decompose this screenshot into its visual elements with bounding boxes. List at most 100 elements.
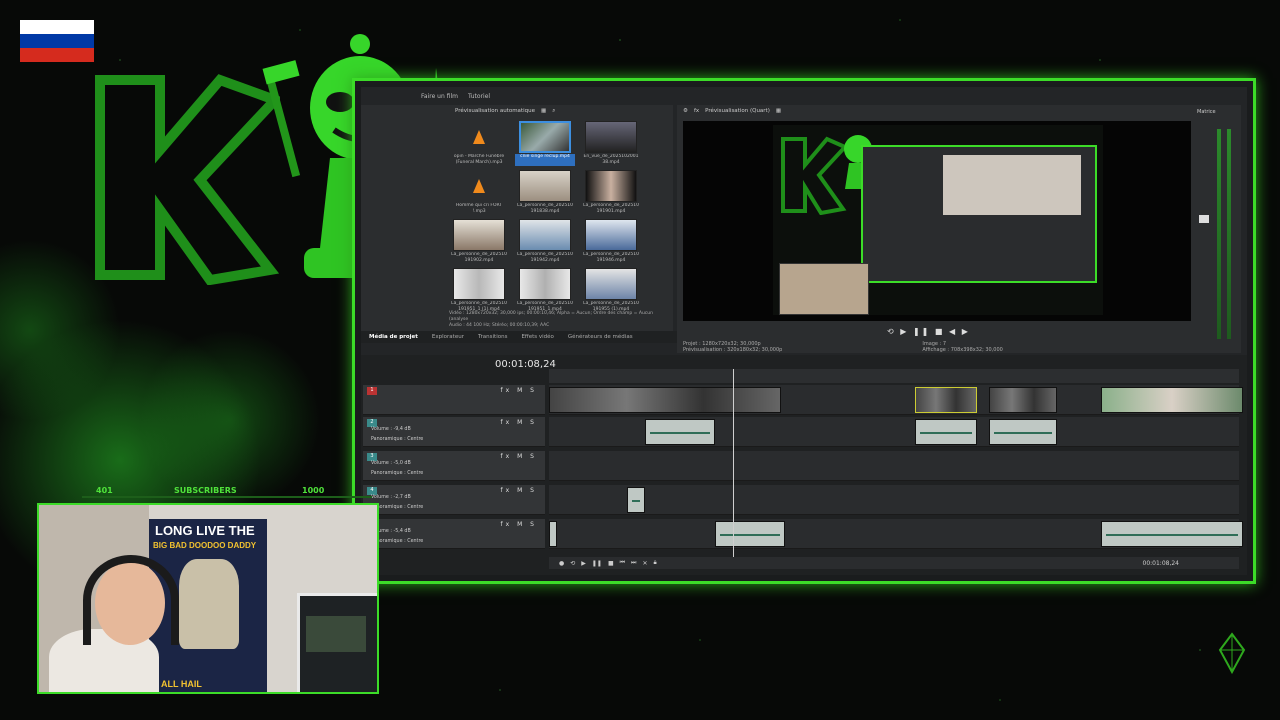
track-buttons[interactable]: fx M S [501,521,537,528]
track-buttons[interactable]: fx M S [501,419,537,426]
video-clip[interactable] [1101,387,1243,413]
track-header-audio-5[interactable]: 5 Volume : -5,4 dB Panoramique : Centre … [363,519,545,549]
audio-clip[interactable] [915,419,977,445]
track-pan[interactable]: Panoramique : Centre [371,437,423,442]
stop-icon[interactable]: ■ [608,560,614,567]
nested-editor [861,145,1097,283]
monitor-screen [306,616,366,652]
audio-clip[interactable] [627,487,645,513]
vlc-audio-icon [473,179,485,193]
media-caption: La_personne_de_202510 191942.mp4 [517,252,573,263]
crystal-icon [1218,632,1246,674]
media-item[interactable]: La_personne_de_202510 191951_1.mp4 [515,268,575,313]
media-item[interactable]: La_personne_de_202510 191902.mp4 [449,219,509,264]
media-item[interactable]: La_personne_de_202510 191946.mp4 [581,219,641,264]
video-clip[interactable] [915,387,977,413]
track-lane-audio-4[interactable] [549,485,1239,515]
track-lane-audio-2[interactable] [549,417,1239,447]
prev-frame-icon[interactable]: ◀ [949,327,957,336]
go-start-icon[interactable]: ⏮ [620,559,625,567]
webcam-overlay: LONG LIVE THE BIG BAD DOODOO DADDY ALL H… [37,503,379,694]
cut-icon[interactable]: ✕ [642,560,647,567]
grid-icon[interactable]: ▦ [776,108,781,114]
audio-clip[interactable] [1101,521,1243,547]
track-header-audio-2[interactable]: 2 Volume : -9,4 dB Panoramique : Centre … [363,417,545,447]
media-caption: La_personne_de_202510 191901.mp4 [583,203,639,214]
media-toolbar: Prévisualisation automatique ▦ ⌕ [445,105,673,117]
subscriber-count: 401 [96,486,113,495]
make-movie-menu[interactable]: Faire un film [421,93,458,100]
media-item[interactable]: La_personne_de_202510 191955 (1).mp4 [581,268,641,313]
russia-flag-icon [20,20,94,62]
lock-icon[interactable]: 🔒︎ [653,559,656,567]
audio-clip[interactable] [645,419,715,445]
preview-label: Prévisualisation : [683,347,726,353]
track-lane-audio-5[interactable] [549,519,1243,549]
timeline-transport: ● ⟲ ▶ ❚❚ ■ ⏮ ⏭ ✕ 🔒︎ 00:01:08,24 [549,557,1239,569]
nested-webcam [779,263,869,315]
media-item[interactable]: La_personne_de_202510 191942.mp4 [515,219,575,264]
play-icon[interactable]: ▶ [900,327,908,336]
stop-icon[interactable]: ■ [935,327,945,336]
preview-quality-dropdown[interactable]: Prévisualisation (Quart) [705,108,770,114]
video-clip[interactable] [549,387,781,413]
search-icon[interactable]: ⌕ [552,108,555,115]
loop-icon[interactable]: ⟲ [570,560,575,567]
auto-preview-toggle[interactable]: Prévisualisation automatique [455,108,535,114]
level-meter-right [1227,129,1231,339]
video-thumbnail [453,268,505,300]
video-thumbnail [519,219,571,251]
record-icon[interactable]: ● [559,560,564,567]
pause-icon[interactable]: ❚❚ [913,327,930,336]
track-volume[interactable]: Volume : -9,4 dB [371,427,411,432]
video-thumbnail [519,170,571,202]
loop-icon[interactable]: ⟲ [887,327,896,336]
go-end-icon[interactable]: ⏭ [631,559,636,567]
view-icon[interactable]: ▦ [541,108,546,114]
tab-transitions[interactable]: Transitions [478,334,507,340]
menu-bar: Faire un film Tutoriel [421,87,661,105]
media-item[interactable]: En_vue_de_2025102001 38.mp4 [581,121,641,166]
track-lane-video[interactable] [549,385,1243,415]
vegas-pro-app: Faire un film Tutoriel Prévisualisation … [361,87,1247,575]
track-buttons[interactable]: fx M S [501,453,537,460]
tutorial-menu[interactable]: Tutoriel [468,93,490,100]
tab-explorer[interactable]: Explorateur [432,334,464,340]
media-info-audio: Audio : 44 100 Hz; Stéréo; 00:00:10,39; … [449,323,550,328]
master-fader[interactable] [1199,215,1209,223]
track-lane-audio-3[interactable] [549,451,1239,481]
play-icon[interactable]: ▶ [581,560,586,567]
media-item[interactable]: La_personne_de_202510 191901.mp4 [581,170,641,215]
media-item-selected[interactable]: cnie singe reclup.mp4 [515,121,575,166]
track-header-audio-4[interactable]: 4 Volume : -2,7 dB Panoramique : Centre … [363,485,545,515]
tab-project-media[interactable]: Média de projet [369,334,418,340]
subscriber-label: SUBSCRIBERS [174,486,237,495]
media-item[interactable]: Homme qui cri FORT !.mp3 [449,170,509,215]
fx-icon[interactable]: fx [694,108,699,114]
master-label: Matrice [1197,109,1216,115]
poster-subtitle: BIG BAD DOODOO DADDY [153,541,257,550]
audio-clip[interactable] [715,521,785,547]
next-frame-icon[interactable]: ▶ [962,327,970,336]
video-clip[interactable] [989,387,1057,413]
track-volume[interactable]: Volume : -5,0 dB [371,461,411,466]
track-header-video[interactable]: 1 fx M S [363,385,545,415]
media-item[interactable]: La_personne_de_202510 191838.mp4 [515,170,575,215]
timeline-ruler[interactable] [549,369,1239,383]
subscriber-progress-track [82,496,372,498]
tab-media-generators[interactable]: Générateurs de médias [568,334,633,340]
settings-icon[interactable]: ⚙ [683,108,688,114]
nested-video-frame [943,155,1081,215]
track-header-audio-3[interactable]: 3 Volume : -5,0 dB Panoramique : Centre … [363,451,545,481]
track-buttons[interactable]: fx M S [501,487,537,494]
playhead[interactable] [733,369,734,565]
tab-video-effects[interactable]: Effets vidéo [521,334,553,340]
media-item[interactable]: La_personne_de_202510 191951_1 (1).mp4 [449,268,509,313]
track-buttons[interactable]: fx M S [501,387,537,394]
pause-icon[interactable]: ❚❚ [592,560,602,567]
audio-clip[interactable] [549,521,557,547]
track-pan[interactable]: Panoramique : Centre [371,471,423,476]
audio-clip[interactable] [989,419,1057,445]
media-item[interactable]: opin - Marche Funèbre (Funeral March).mp… [449,121,509,166]
track-volume[interactable]: Volume : -2,7 dB [371,495,411,500]
